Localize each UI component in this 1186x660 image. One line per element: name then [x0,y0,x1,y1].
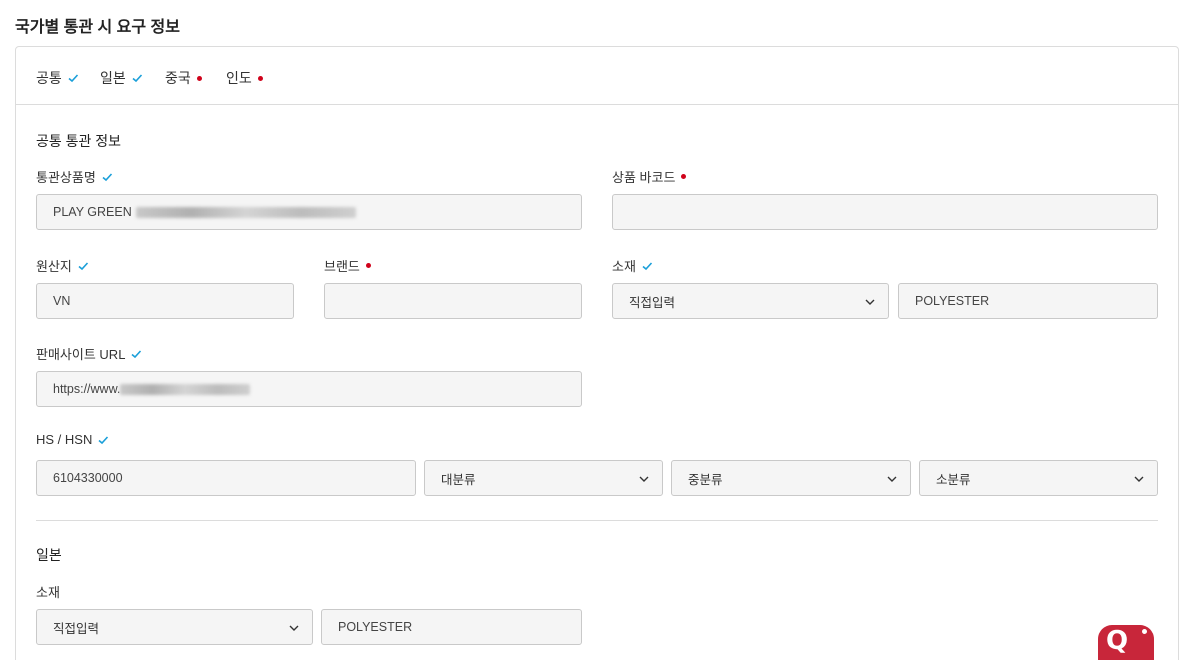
input-value: 6104330000 [53,471,123,485]
tab-china[interactable]: 중국 [165,68,202,88]
tab-label: 인도 [226,70,252,86]
brand-label: 브랜드 [324,256,371,275]
site-url-input[interactable]: https://www. [36,371,582,407]
chevron-down-icon [639,476,649,482]
hs-label: HS / HSN [36,432,109,447]
label-text: 판매사이트 URL [36,347,126,362]
check-icon [102,172,112,181]
chevron-down-icon [289,625,299,631]
japan-material-input[interactable]: POLYESTER [321,609,582,645]
hs-middle-select[interactable]: 중분류 [671,460,911,496]
label-text: 원산지 [36,259,72,274]
required-dot-icon [196,75,202,81]
redacted-text [120,383,251,395]
material-input[interactable]: POLYESTER [898,283,1158,319]
label-text: 소재 [36,585,60,600]
section-divider [36,520,1158,521]
material-label: 소재 [612,256,653,275]
origin-input[interactable]: VN [36,283,294,319]
required-dot-icon [365,263,371,268]
product-name-label: 통관상품명 [36,167,113,186]
select-value: 소분류 [936,472,971,487]
select-value: 직접입력 [629,295,676,310]
barcode-input[interactable] [612,194,1158,230]
check-icon [132,74,142,83]
section-title-japan: 일본 [36,547,62,563]
redacted-text [135,206,356,218]
input-value: POLYESTER [338,620,413,634]
tab-common[interactable]: 공통 [36,68,79,88]
check-icon [131,349,142,358]
tab-label: 공통 [36,70,62,86]
hs-minor-select[interactable]: 소분류 [919,460,1158,496]
tab-india[interactable]: 인도 [226,68,263,88]
logo-letter: Q [1106,626,1129,656]
select-value: 중분류 [688,472,723,487]
input-value: https://www. [53,382,121,396]
customs-panel: 공통 일본 중국 인도 공통 통관 정보 통관상품명 PLAY GREEN 상품… [15,46,1179,660]
site-url-label: 판매사이트 URL [36,344,142,363]
tab-label: 일본 [100,70,126,86]
chevron-down-icon [1134,476,1144,482]
origin-label: 원산지 [36,256,89,275]
required-dot-icon [257,75,263,81]
country-tabs: 공통 일본 중국 인도 [16,47,1178,105]
japan-material-select[interactable]: 직접입력 [36,609,313,645]
hs-code-input[interactable]: 6104330000 [36,460,416,496]
chevron-down-icon [887,476,897,482]
check-icon [98,435,109,444]
material-select[interactable]: 직접입력 [612,283,889,319]
select-value: 직접입력 [53,621,100,636]
label-text: 통관상품명 [36,170,96,185]
hs-major-select[interactable]: 대분류 [424,460,663,496]
label-text: HS / HSN [36,432,93,447]
logo-badge-icon [1140,627,1149,636]
chevron-down-icon [865,299,875,305]
input-value: POLYESTER [915,294,990,308]
select-value: 대분류 [441,472,476,487]
check-icon [642,261,653,270]
input-value: VN [53,294,71,308]
tab-japan[interactable]: 일본 [100,68,143,88]
check-icon [78,261,88,270]
brand-input[interactable] [324,283,582,319]
japan-material-label: 소재 [36,582,60,601]
label-text: 브랜드 [324,259,360,274]
label-text: 소재 [612,259,636,274]
section-title-common: 공통 통관 정보 [36,133,122,149]
page-title: 국가별 통관 시 요구 정보 [15,19,180,36]
barcode-label: 상품 바코드 [612,167,687,186]
product-name-input[interactable]: PLAY GREEN [36,194,582,230]
input-value: PLAY GREEN [53,205,132,219]
tab-label: 중국 [165,70,191,86]
label-text: 상품 바코드 [612,170,676,185]
check-icon [68,74,78,83]
required-dot-icon [681,174,687,179]
